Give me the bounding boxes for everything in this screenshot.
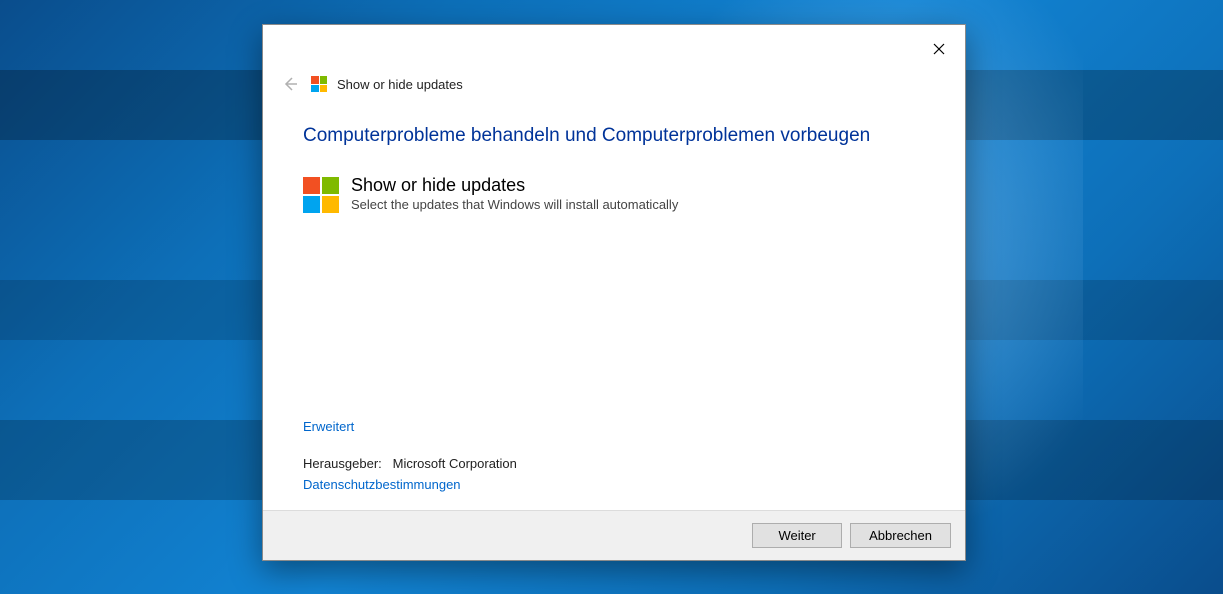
titlebar xyxy=(263,25,965,73)
dialog-footer: Weiter Abbrechen xyxy=(263,510,965,560)
troubleshooter-title: Show or hide updates xyxy=(351,175,678,196)
dialog-title: Show or hide updates xyxy=(337,77,463,92)
back-button xyxy=(279,73,301,95)
close-button[interactable] xyxy=(919,34,959,64)
microsoft-logo-icon xyxy=(311,76,327,92)
publisher-line: Herausgeber: Microsoft Corporation xyxy=(303,456,925,471)
dialog-content: Computerprobleme behandeln und Computerp… xyxy=(263,107,965,510)
privacy-link[interactable]: Datenschutzbestimmungen xyxy=(303,477,925,492)
arrow-left-icon xyxy=(282,76,298,92)
dialog-header: Show or hide updates xyxy=(263,73,965,107)
troubleshooter-item: Show or hide updates Select the updates … xyxy=(303,175,925,213)
main-heading: Computerprobleme behandeln und Computerp… xyxy=(303,125,925,147)
close-icon xyxy=(933,43,945,55)
next-button[interactable]: Weiter xyxy=(752,523,842,548)
troubleshooter-description: Select the updates that Windows will ins… xyxy=(351,197,678,212)
publisher-label: Herausgeber: xyxy=(303,456,382,471)
advanced-link[interactable]: Erweitert xyxy=(303,419,925,434)
microsoft-logo-icon xyxy=(303,177,339,213)
troubleshooter-dialog: Show or hide updates Computerprobleme be… xyxy=(262,24,966,561)
cancel-button[interactable]: Abbrechen xyxy=(850,523,951,548)
publisher-name: Microsoft Corporation xyxy=(393,456,517,471)
